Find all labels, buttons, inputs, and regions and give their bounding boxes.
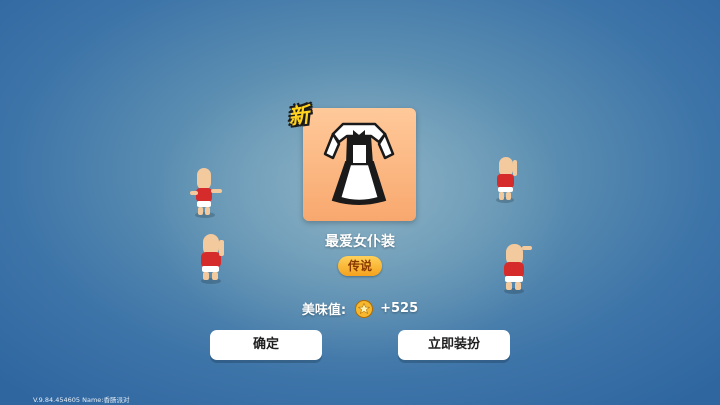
reward-item-card — [303, 108, 416, 221]
item-name: 最爱女仆装 — [325, 234, 395, 250]
new-badge: 新 — [286, 102, 311, 130]
star-coin-icon — [354, 299, 373, 318]
sausage-character-right-top — [496, 157, 517, 203]
version-label: V.9.84.454605 Name:香肠派对 — [33, 396, 130, 404]
rarity-badge: 传说 — [338, 256, 382, 276]
tasty-label: 美味值: — [301, 303, 347, 318]
confirm-button[interactable]: 确定 — [210, 330, 322, 360]
maid-dress-icon — [323, 122, 395, 205]
equip-now-button[interactable]: 立即装扮 — [398, 330, 510, 360]
tasty-value-row: 美味值: +525 — [0, 299, 720, 318]
sausage-character-left-top — [190, 168, 222, 218]
tasty-value: +525 — [380, 301, 419, 316]
